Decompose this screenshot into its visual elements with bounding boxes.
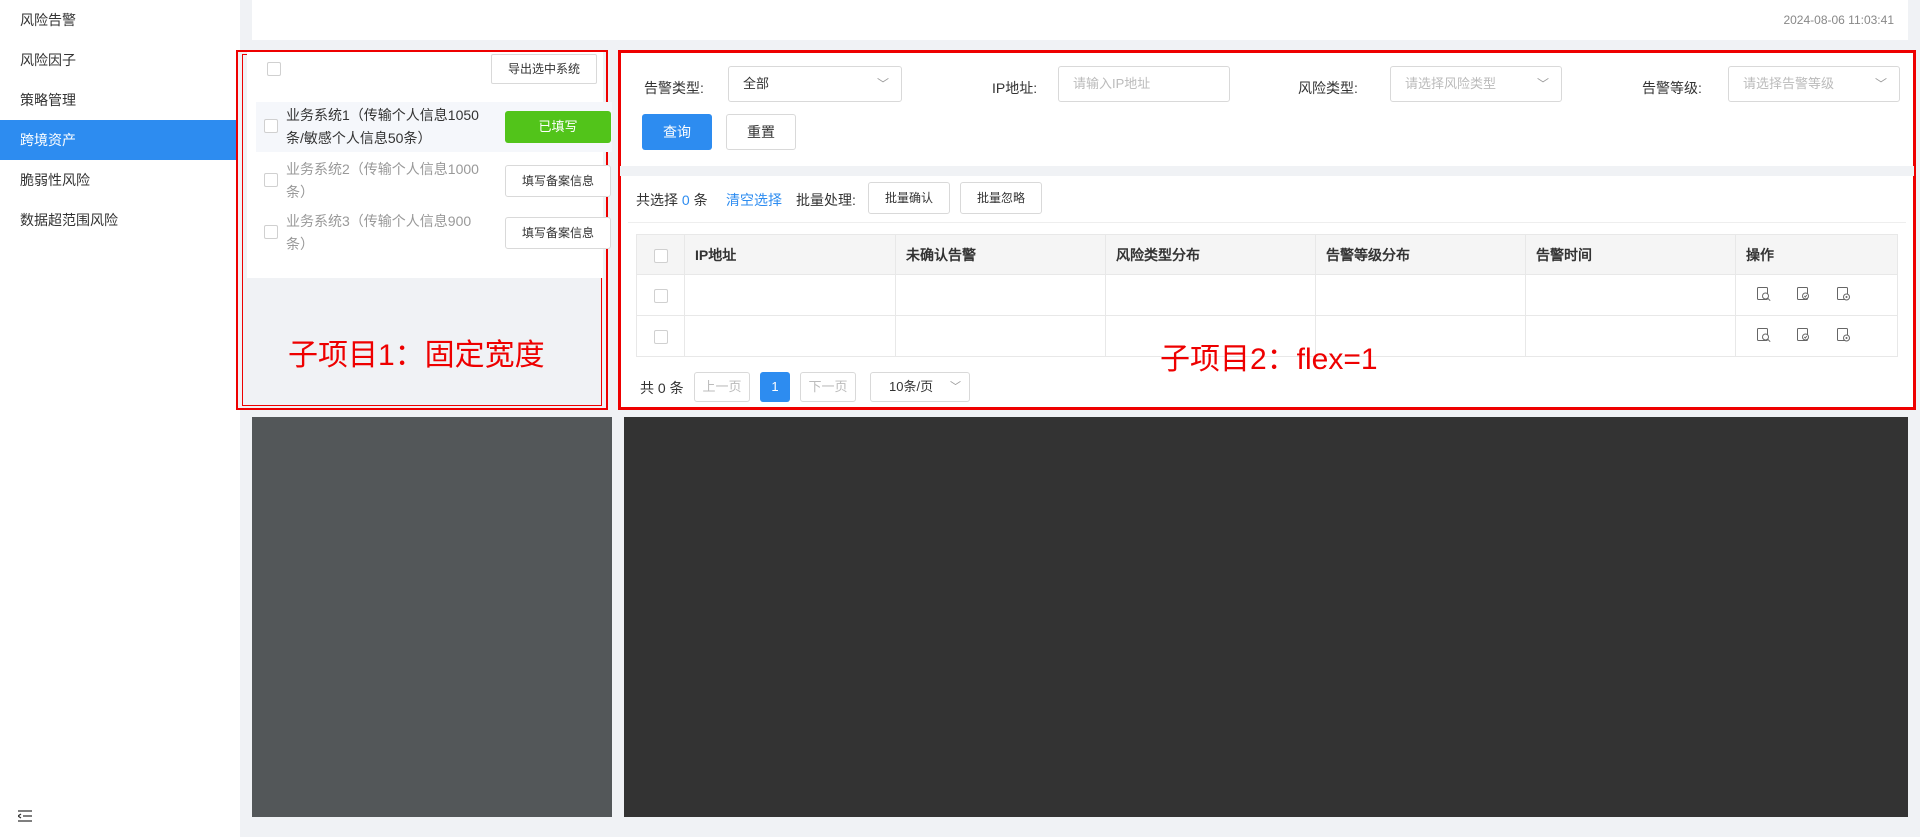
menu-collapse-icon[interactable]	[16, 809, 32, 825]
table-header-row: IP地址 未确认告警 风险类型分布 告警等级分布 告警时间 操作	[636, 234, 1898, 275]
export-selected-button[interactable]: 导出选中系统	[490, 54, 597, 84]
row-checkbox[interactable]	[653, 330, 668, 345]
selected-count: 0	[681, 192, 690, 208]
table-cell	[1315, 274, 1526, 316]
alert-level-label: 告警等级:	[1642, 80, 1702, 96]
column-header: 未确认告警	[895, 234, 1106, 275]
risk-type-label: 风险类型:	[1298, 80, 1358, 96]
view-detail-icon[interactable]	[1756, 286, 1774, 304]
column-header: 告警时间	[1525, 234, 1736, 275]
selected-prefix: 共选择	[636, 192, 678, 208]
ip-label: IP地址:	[992, 80, 1038, 96]
alert-type-select[interactable]: 全部 ﹀	[728, 66, 902, 102]
table-cell	[1525, 315, 1736, 357]
risk-type-select[interactable]: 请选择风险类型 ﹀	[1390, 66, 1562, 102]
batch-label: 批量处理:	[796, 192, 856, 208]
annotation-flex: 子项目2：flex=1	[1160, 343, 1378, 376]
fixed-width-panel: 导出选中系统 业务系统1（传输个人信息1050条/敏感个人信息50条） 已填写 …	[236, 50, 612, 410]
selected-suffix: 条	[693, 192, 708, 208]
alert-level-select[interactable]: 请选择告警等级 ﹀	[1728, 66, 1900, 102]
filter-form: 告警类型: 全部 ﹀ IP地址: 请输入IP地址 风险类型: 请选择风险类型 ﹀…	[628, 58, 1906, 168]
section-divider	[620, 166, 1914, 176]
top-header: 2024-08-06 11:03:41	[252, 0, 1908, 40]
search-doc-icon[interactable]	[1796, 327, 1814, 345]
row-checkbox-cell	[636, 315, 685, 357]
chevron-down-icon: ﹀	[1874, 77, 1887, 91]
sidebar: 风险告警 风险因子 策略管理 跨境资产 脆弱性风险 数据超范围风险	[0, 0, 240, 837]
next-page-button[interactable]: 下一页	[800, 372, 856, 402]
header-checkbox-cell	[636, 234, 685, 275]
placeholder-block-right	[624, 417, 1908, 817]
alert-type-label: 告警类型:	[644, 80, 704, 96]
batch-confirm-button[interactable]: 批量确认	[868, 182, 951, 214]
table-cell	[1105, 274, 1316, 316]
alert-level-placeholder: 请选择告警等级	[1743, 76, 1835, 91]
page-size-select[interactable]: 10条/页 ﹀	[870, 372, 970, 402]
fill-record-button[interactable]: 填写备案信息	[505, 217, 611, 249]
clear-selection-link[interactable]: 清空选择	[726, 190, 782, 210]
column-header: 告警等级分布	[1315, 234, 1526, 275]
row-checkbox[interactable]	[653, 289, 668, 304]
row-checkbox[interactable]	[264, 119, 278, 133]
page-size-value: 10条/页	[889, 379, 934, 394]
row-checkbox[interactable]	[264, 225, 278, 239]
query-button[interactable]: 查询	[642, 114, 712, 150]
list-item: 业务系统2（传输个人信息1000条） 填写备案信息	[256, 156, 612, 206]
view-detail-icon[interactable]	[1756, 327, 1774, 345]
column-header: 操作	[1735, 234, 1898, 275]
column-header: 风险类型分布	[1105, 234, 1316, 275]
row-checkbox[interactable]	[264, 173, 278, 187]
ip-placeholder: 请输入IP地址	[1073, 76, 1151, 91]
total-count: 共 0 条	[640, 380, 684, 396]
batch-toolbar: 共选择 0 条 清空选择 批量处理: 批量确认 批量忽略	[628, 180, 1906, 223]
settings-doc-icon[interactable]	[1836, 286, 1854, 304]
settings-doc-icon[interactable]	[1836, 327, 1854, 345]
reset-button[interactable]: 重置	[726, 114, 796, 150]
table-row	[636, 274, 1898, 316]
page-number-current[interactable]: 1	[760, 372, 790, 402]
row-checkbox-cell	[636, 274, 685, 316]
system-list: 导出选中系统 业务系统1（传输个人信息1050条/敏感个人信息50条） 已填写 …	[247, 52, 612, 278]
sidebar-item-vulnerability[interactable]: 脆弱性风险	[0, 160, 240, 200]
risk-type-placeholder: 请选择风险类型	[1405, 76, 1497, 91]
table-cell	[1525, 274, 1736, 316]
operations-cell	[1735, 315, 1898, 357]
timestamp: 2024-08-06 11:03:41	[1783, 13, 1894, 27]
fill-record-button[interactable]: 填写备案信息	[505, 165, 611, 197]
sidebar-item-data-scope-risk[interactable]: 数据超范围风险	[0, 200, 240, 240]
system-name: 业务系统2（传输个人信息1000条）	[286, 161, 479, 200]
batch-ignore-button[interactable]: 批量忽略	[960, 182, 1043, 214]
sidebar-item-risk-alert[interactable]: 风险告警	[0, 0, 240, 40]
select-all-rows-checkbox[interactable]	[653, 248, 668, 263]
system-name: 业务系统1（传输个人信息1050条/敏感个人信息50条）	[286, 107, 479, 146]
chevron-down-icon: ﹀	[950, 381, 961, 393]
operations-cell	[1735, 274, 1898, 316]
alert-type-value: 全部	[743, 76, 770, 91]
prev-page-button[interactable]: 上一页	[694, 372, 750, 402]
ip-input[interactable]: 请输入IP地址	[1058, 66, 1230, 102]
sidebar-item-cross-border-assets[interactable]: 跨境资产	[0, 120, 240, 160]
select-all-checkbox[interactable]	[267, 62, 281, 76]
list-item: 业务系统3（传输个人信息900条） 填写备案信息	[256, 208, 612, 258]
table-cell	[895, 315, 1106, 357]
selected-count-text: 共选择 0 条	[636, 190, 708, 210]
chevron-down-icon: ﹀	[876, 77, 889, 91]
column-header: IP地址	[684, 234, 896, 275]
search-doc-icon[interactable]	[1796, 286, 1814, 304]
toolbar-separator	[628, 222, 1906, 223]
table-cell	[895, 274, 1106, 316]
content-row: 导出选中系统 业务系统1（传输个人信息1050条/敏感个人信息50条） 已填写 …	[236, 50, 1916, 410]
table-cell	[684, 315, 896, 357]
filled-status-button[interactable]: 已填写	[505, 111, 611, 143]
system-name: 业务系统3（传输个人信息900条）	[286, 213, 472, 252]
chevron-down-icon: ﹀	[1536, 77, 1549, 91]
flex-panel: 告警类型: 全部 ﹀ IP地址: 请输入IP地址 风险类型: 请选择风险类型 ﹀…	[618, 50, 1916, 410]
list-item: 业务系统1（传输个人信息1050条/敏感个人信息50条） 已填写	[256, 102, 612, 152]
annotation-fixed-width: 子项目1：固定宽度	[288, 339, 545, 372]
sidebar-item-risk-factor[interactable]: 风险因子	[0, 40, 240, 80]
placeholder-block-left	[252, 417, 612, 817]
table-cell	[684, 274, 896, 316]
sidebar-item-policy[interactable]: 策略管理	[0, 80, 240, 120]
